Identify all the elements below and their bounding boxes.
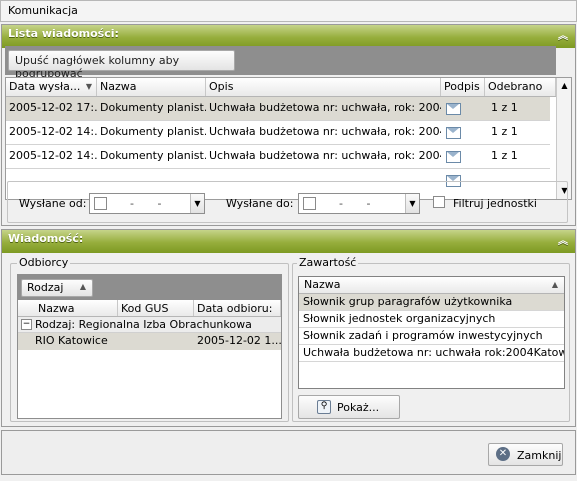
table-row[interactable]: 2005-12-02 17:... Dokumenty planist... U…	[6, 97, 550, 121]
group-by-kind-button[interactable]: Rodzaj ▲	[21, 279, 93, 297]
sent-from-checkbox[interactable]	[94, 197, 107, 210]
col-header-signature[interactable]: Podpis	[441, 78, 485, 96]
show-button[interactable]: ⚲ Pokaż...	[298, 395, 400, 419]
filter-bar: Wysłane od: - - ▼ Wysłane do: - - ▼ Filt…	[7, 181, 568, 223]
content-list-header[interactable]: Nazwa ▲	[299, 277, 564, 294]
content-group: Zawartość Nazwa ▲ Słownik grup paragrafó…	[292, 256, 570, 422]
recipients-group-area: Rodzaj ▲	[18, 275, 281, 300]
chevron-down-icon[interactable]: ▼	[405, 194, 419, 213]
chevron-down-icon[interactable]: ▼	[190, 194, 204, 213]
table-row[interactable]: 2005-12-02 14:... Dokumenty planist... U…	[6, 145, 550, 169]
cell-received: 1 z 1	[491, 149, 518, 162]
col-header-receive-date[interactable]: Data odbioru:	[194, 300, 281, 316]
group-hint-box: Upuść nagłówek kolumny aby pogrupować	[8, 50, 235, 80]
cell-date: 2005-12-02 14:...	[9, 125, 97, 138]
window-title: Komunikacja	[0, 0, 577, 22]
cell-received: 1 z 1	[491, 101, 518, 114]
sort-asc-icon: ▲	[79, 282, 86, 291]
collapse-minus-icon[interactable]: −	[21, 319, 32, 330]
list-item[interactable]: Słownik grup paragrafów użytkownika	[299, 294, 564, 311]
recipient-name: RIO Katowice	[35, 334, 108, 347]
recipients-label: Odbiorcy	[17, 256, 71, 269]
cell-desc: Uchwała budżetowa nr: uchwała, rok: 2004…	[209, 125, 441, 138]
table-row[interactable]: 2005-12-02 14:... Dokumenty planist... U…	[6, 121, 550, 145]
sent-to-date-picker[interactable]: - - ▼	[298, 193, 420, 214]
filter-units-checkbox[interactable]	[433, 196, 445, 208]
cell-name: Dokumenty planist...	[100, 101, 206, 114]
filter-units-label: Filtruj jednostki	[453, 197, 537, 210]
messages-panel: Lista wiadomości: ︽ Upuść nagłówek kolum…	[1, 24, 576, 226]
col-header-name[interactable]: Nazwa	[97, 78, 206, 96]
cell-signature	[441, 145, 485, 168]
messages-grid-header: Data wysła... ▼ Nazwa Opis Podpis Odebran…	[6, 78, 556, 97]
recipients-group-label: Rodzaj: Regionalna Izba Obrachunkowa	[35, 318, 252, 331]
col-header-gus[interactable]: Kod GUS	[118, 300, 194, 316]
sent-from-date-picker[interactable]: - - ▼	[89, 193, 205, 214]
cell-received: 1 z 1	[491, 125, 518, 138]
message-panel: Wiadomość: ︽ Odbiorcy Rodzaj ▲ Nazwa Kod…	[1, 229, 576, 427]
sort-desc-icon: ▼	[85, 82, 92, 91]
list-item[interactable]: Słownik jednostek organizacyjnych	[299, 311, 564, 328]
cell-name: Dokumenty planist...	[100, 125, 206, 138]
recipients-grid: Rodzaj ▲ Nazwa Kod GUS Data odbioru: − R…	[17, 274, 282, 419]
cell-signature	[441, 121, 485, 144]
content-list: Nazwa ▲ Słownik grup paragrafów użytkown…	[298, 276, 565, 389]
recipients-group: Odbiorcy Rodzaj ▲ Nazwa Kod GUS Data odb…	[10, 256, 289, 422]
envelope-icon	[446, 127, 461, 139]
cell-date: 2005-12-02 17:...	[9, 101, 97, 114]
collapse-icon[interactable]: ︽	[558, 232, 568, 247]
scroll-up-arrow-icon[interactable]: ▲	[557, 78, 571, 93]
table-row[interactable]: RIO Katowice 2005-12-02 1...	[18, 333, 281, 350]
messages-panel-header[interactable]: Lista wiadomości: ︽	[2, 25, 575, 48]
collapse-icon[interactable]: ︽	[558, 27, 568, 42]
sort-asc-icon: ▲	[551, 280, 558, 289]
col-header-name[interactable]: Nazwa	[18, 300, 118, 316]
sent-to-label: Wysłane do:	[226, 197, 294, 210]
footer-bar: ✕ Zamknij	[1, 430, 576, 475]
close-icon: ✕	[496, 447, 510, 461]
message-panel-header[interactable]: Wiadomość: ︽	[2, 230, 575, 253]
sent-to-checkbox[interactable]	[303, 197, 316, 210]
recipients-grid-header: Nazwa Kod GUS Data odbioru:	[18, 300, 281, 317]
group-by-area: Upuść nagłówek kolumny aby pogrupować	[5, 46, 556, 80]
sent-from-date-value: - -	[130, 197, 172, 210]
col-header-desc[interactable]: Opis	[206, 78, 441, 96]
content-label: Zawartość	[297, 256, 359, 269]
list-item[interactable]: Słownik zadań i programów inwestycyjnych	[299, 328, 564, 345]
col-header-date[interactable]: Data wysła... ▼	[6, 78, 97, 96]
close-button[interactable]: ✕ Zamknij	[488, 443, 563, 466]
cell-name: Dokumenty planist...	[100, 149, 206, 162]
col-header-received[interactable]: Odebrano	[485, 78, 556, 96]
list-item[interactable]: Uchwała budżetowa nr: uchwała rok:2004Ka…	[299, 345, 564, 362]
envelope-icon	[446, 103, 461, 115]
cell-signature	[441, 97, 485, 120]
cell-date: 2005-12-02 14:...	[9, 149, 97, 162]
cell-desc: Uchwała budżetowa nr: uchwała, rok: 2004…	[209, 101, 441, 114]
envelope-icon	[446, 151, 461, 163]
sent-to-date-value: - -	[339, 197, 381, 210]
recipients-group-row[interactable]: − Rodzaj: Regionalna Izba Obrachunkowa	[18, 317, 281, 333]
sent-from-label: Wysłane od:	[19, 197, 87, 210]
messages-panel-title: Lista wiadomości:	[8, 27, 119, 40]
recipient-receive-date: 2005-12-02 1...	[197, 334, 282, 347]
magnifier-icon: ⚲	[317, 400, 331, 414]
cell-desc: Uchwała budżetowa nr: uchwała, rok: 2004…	[209, 149, 441, 162]
message-panel-title: Wiadomość:	[8, 232, 84, 245]
